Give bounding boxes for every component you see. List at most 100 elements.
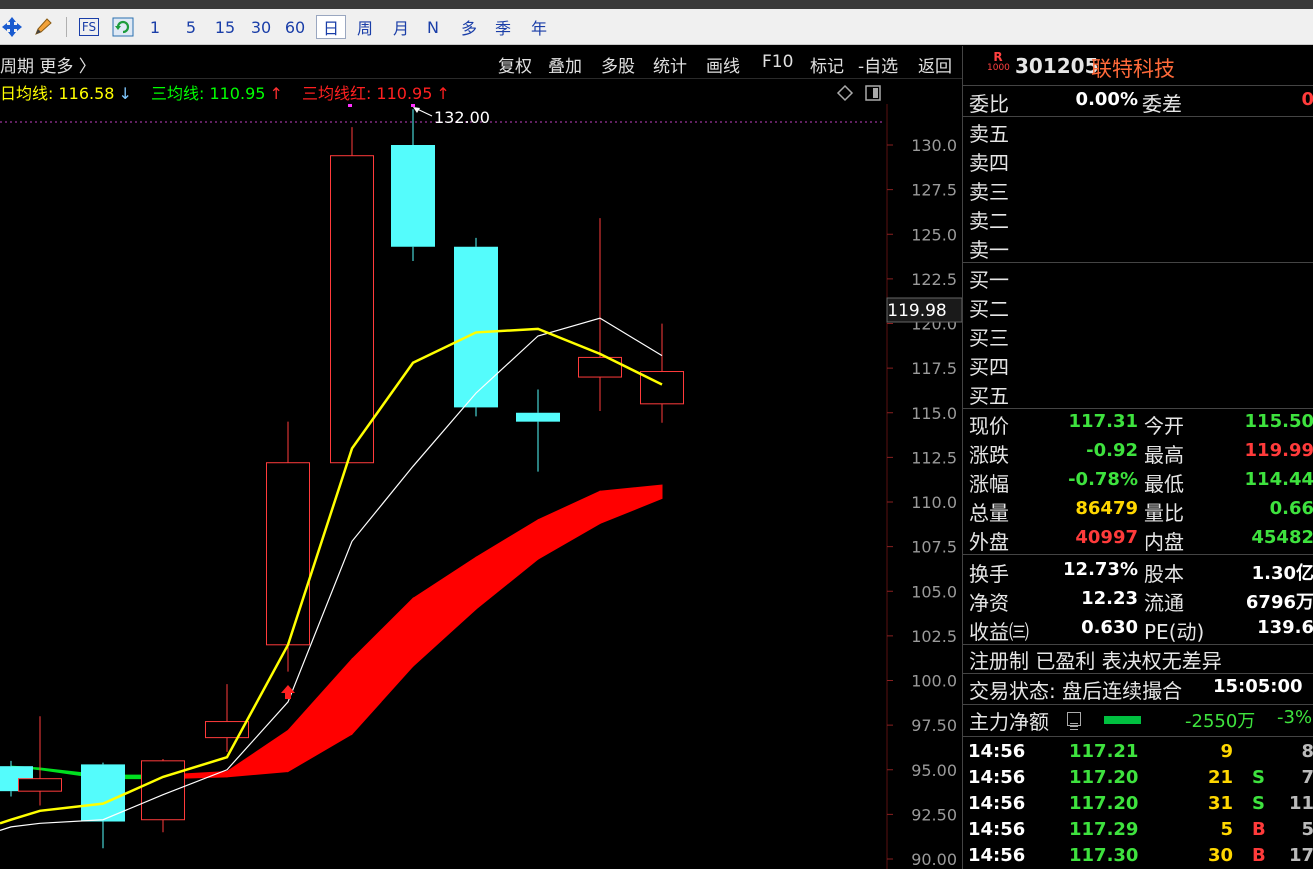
fs-button[interactable]: FS [76,15,102,39]
tick-time: 14:56 [968,819,1026,840]
period-week[interactable]: 周 [350,15,380,39]
tick-count: 8 [1301,741,1313,762]
quote-row: 外盘 40997 内盘 45482 [963,526,1313,554]
quote-row: 现价 117.31 今开 115.50 [963,410,1313,438]
tick-side: S [1252,767,1265,788]
tick-price: 117.20 [1069,767,1139,788]
quote-value: 6796万 [1245,592,1313,613]
pencil-icon[interactable] [30,15,56,39]
tick-price: 117.20 [1069,793,1139,814]
high-marker-dot [411,104,415,107]
quote-value: 1.30亿 [1251,563,1313,584]
panel-toggle-icon[interactable] [864,84,882,102]
y-axis-label: 125.0 [911,225,957,244]
main-flow-row[interactable]: 主力净额 -2550万 -3% [963,706,1313,734]
divider [963,262,1313,263]
quote-value: 86479 [1075,498,1138,519]
quote-row: 总量 86479 量比 0.66 [963,497,1313,525]
menu-statistics[interactable]: 统计 [653,52,687,77]
period-5min[interactable]: 5 [180,15,202,39]
period-day[interactable]: 日 [316,15,346,39]
tick-row: 14:56 117.30 30 B 17 [963,845,1313,869]
y-axis-label: 115.0 [911,404,957,423]
y-axis-label: 95.00 [911,761,957,780]
quote-label: 量比 [1144,501,1184,525]
ma-band-segment [599,484,663,525]
period-quarter[interactable]: 季 [488,15,518,39]
candle-body [330,155,374,464]
list-icon[interactable] [1067,712,1081,730]
tick-count: 17 [1288,845,1313,866]
candle-body [516,412,560,422]
quote-row: 收益㈢ 0.630 PE(动) 139.6 [963,616,1313,644]
y-axis-label: 117.5 [911,359,957,378]
menu-restore-rights[interactable]: 复权 [498,52,532,77]
weibi-row: 委比 0.00% 委差 0 [969,89,1313,116]
ma-band-segment [537,490,601,560]
period-more-menu[interactable]: 周期 更多 〉 [0,52,96,77]
refresh-icon[interactable] [110,15,136,39]
main-flow-bar [1104,716,1141,724]
buy-level-label: 买三 [969,326,1009,350]
y-axis-label: 100.0 [911,672,957,691]
buy-level-row: 买四 [963,351,1313,379]
tick-price: 117.29 [1069,819,1139,840]
divider [963,704,1313,705]
current-price-label: 119.98 [887,301,946,321]
sell-level-row: 卖一 [963,234,1313,262]
trade-status-row: 交易状态: 盘后连续撮合 15:05:00 [969,676,1303,703]
chart-header: 周期 更多 〉 复权 叠加 多股 统计 画线 F10 标记 -自选 返回 [0,46,962,79]
quote-label: 最高 [1144,443,1184,467]
quote-value: 45482 [1251,527,1313,548]
period-year[interactable]: 年 [524,15,554,39]
menu-overlay[interactable]: 叠加 [548,52,582,77]
quote-value: 12.23 [1081,588,1138,609]
diamond-toggle-icon[interactable] [836,84,854,102]
tick-volume: 30 [1207,845,1233,866]
y-axis-label: 122.5 [911,270,957,289]
tick-count: 5 [1301,819,1313,840]
menu-watchlist[interactable]: -自选 [858,52,898,77]
buy-level-row: 买一 [963,264,1313,292]
sell-level-label: 卖二 [969,209,1009,233]
y-axis-label: 107.5 [911,538,957,557]
buy-level-row: 买二 [963,293,1313,321]
quote-row: 涨跌 -0.92 最高 119.99 [963,439,1313,467]
period-30min[interactable]: 30 [246,15,276,39]
buy-signal-arrow [281,685,295,699]
sell-level-label: 卖五 [969,122,1009,146]
candlestick-chart[interactable]: 130.0 127.5 125.0 122.5 120.0 117.5 115.0 112.5… [0,104,962,869]
quote-value: 119.99 [1244,440,1313,461]
quote-value: 40997 [1075,527,1138,548]
period-multi[interactable]: 多 [454,15,484,39]
legend-ma-daily: 日均线: 116.58 ↓ [0,84,132,103]
menu-mark[interactable]: 标记 [810,52,844,77]
quote-value: 114.44 [1244,469,1313,490]
sell-level-label: 卖一 [969,238,1009,262]
menu-back[interactable]: 返回 [918,52,952,77]
sell-level-row: 卖三 [963,176,1313,204]
menu-f10[interactable]: F10 [762,52,793,72]
quote-value: 139.6 [1257,617,1313,638]
quote-label: 今开 [1144,414,1184,438]
candle-body [266,462,310,646]
menu-draw-line[interactable]: 画线 [706,52,740,77]
ma-band-segment [475,518,539,611]
tick-side: B [1252,819,1266,840]
period-toolbar: FS 1 5 15 30 60 日 周 月 N 多 季 年 [0,9,1313,45]
divider [963,736,1313,737]
buy-level-label: 买四 [969,355,1009,379]
period-1min[interactable]: 1 [144,15,166,39]
period-month[interactable]: 月 [386,15,416,39]
y-axis-label: 105.0 [911,582,957,601]
menu-multi-stock[interactable]: 多股 [601,52,635,77]
period-60min[interactable]: 60 [280,15,310,39]
stock-name: 联特科技 [1091,57,1175,81]
period-n[interactable]: N [420,15,446,39]
period-15min[interactable]: 15 [210,15,240,39]
quote-label: 内盘 [1144,530,1184,554]
move-cross-icon[interactable] [0,15,24,39]
y-axis-label: 97.50 [911,716,957,735]
candle-body [141,760,185,821]
sell-level-label: 卖四 [969,151,1009,175]
